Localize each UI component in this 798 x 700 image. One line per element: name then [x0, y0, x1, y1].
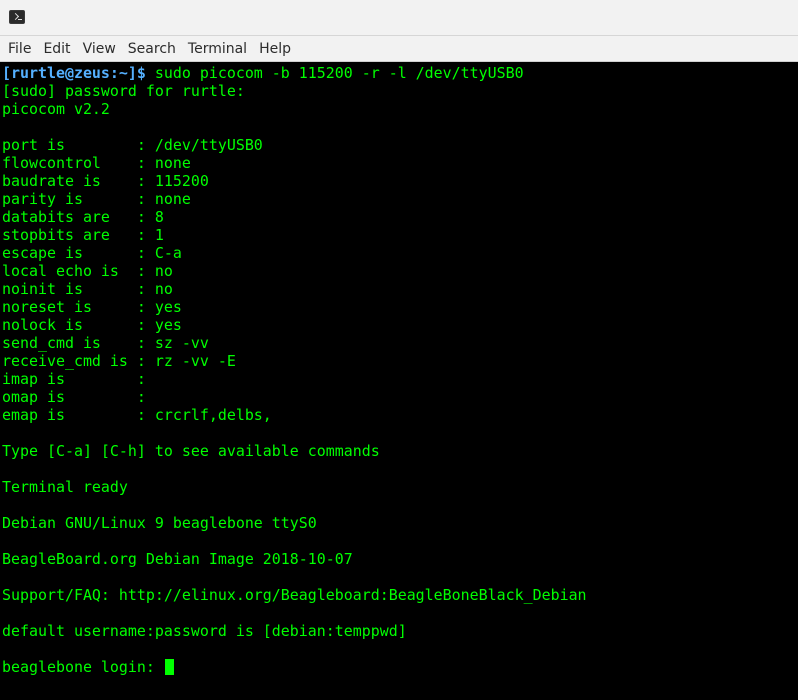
- output-line: local echo is : no: [2, 262, 173, 280]
- command-text: sudo picocom -b 115200 -r -l /dev/ttyUSB…: [145, 64, 524, 82]
- output-line: picocom v2.2: [2, 100, 110, 118]
- menu-help[interactable]: Help: [253, 36, 297, 62]
- menu-edit[interactable]: Edit: [37, 36, 76, 62]
- terminal-window: File Edit View Search Terminal Help [rur…: [0, 0, 798, 700]
- output-line: noinit is : no: [2, 280, 173, 298]
- output-line: Type [C-a] [C-h] to see available comman…: [2, 442, 380, 460]
- login-line: beaglebone login:: [2, 658, 798, 676]
- output-line: parity is : none: [2, 190, 191, 208]
- output-line: [sudo] password for rurtle:: [2, 82, 245, 100]
- output-line: Debian GNU/Linux 9 beaglebone ttyS0: [2, 514, 317, 532]
- menu-view[interactable]: View: [77, 36, 122, 62]
- login-prompt: beaglebone login:: [2, 658, 164, 676]
- output-line: port is : /dev/ttyUSB0: [2, 136, 263, 154]
- output-lines: [sudo] password for rurtle: picocom v2.2 p…: [2, 82, 798, 658]
- output-line: flowcontrol : none: [2, 154, 191, 172]
- output-line: imap is :: [2, 370, 146, 388]
- menu-bar: File Edit View Search Terminal Help: [0, 36, 798, 62]
- output-line: escape is : C-a: [2, 244, 182, 262]
- output-line: Support/FAQ: http://elinux.org/Beagleboa…: [2, 586, 587, 604]
- output-line: omap is :: [2, 388, 146, 406]
- text-cursor[interactable]: [164, 659, 174, 675]
- menu-file[interactable]: File: [2, 36, 37, 62]
- output-line: noreset is : yes: [2, 298, 182, 316]
- output-line: default username:password is [debian:tem…: [2, 622, 407, 640]
- output-line: emap is : crcrlf,delbs,: [2, 406, 272, 424]
- output-line: baudrate is : 115200: [2, 172, 209, 190]
- menu-terminal[interactable]: Terminal: [182, 36, 253, 62]
- output-line: Terminal ready: [2, 478, 128, 496]
- terminal-icon: [9, 10, 25, 24]
- output-line: nolock is : yes: [2, 316, 182, 334]
- output-line: receive_cmd is : rz -vv -E: [2, 352, 236, 370]
- terminal-output[interactable]: [rurtle@zeus:~]$ sudo picocom -b 115200 …: [0, 62, 798, 700]
- output-line: databits are : 8: [2, 208, 164, 226]
- command-line: [rurtle@zeus:~]$ sudo picocom -b 115200 …: [2, 64, 798, 82]
- output-line: BeagleBoard.org Debian Image 2018-10-07: [2, 550, 353, 568]
- output-line: stopbits are : 1: [2, 226, 164, 244]
- output-line: send_cmd is : sz -vv: [2, 334, 209, 352]
- title-bar: [0, 0, 798, 36]
- shell-prompt: [rurtle@zeus:~]$: [2, 64, 146, 82]
- menu-search[interactable]: Search: [122, 36, 182, 62]
